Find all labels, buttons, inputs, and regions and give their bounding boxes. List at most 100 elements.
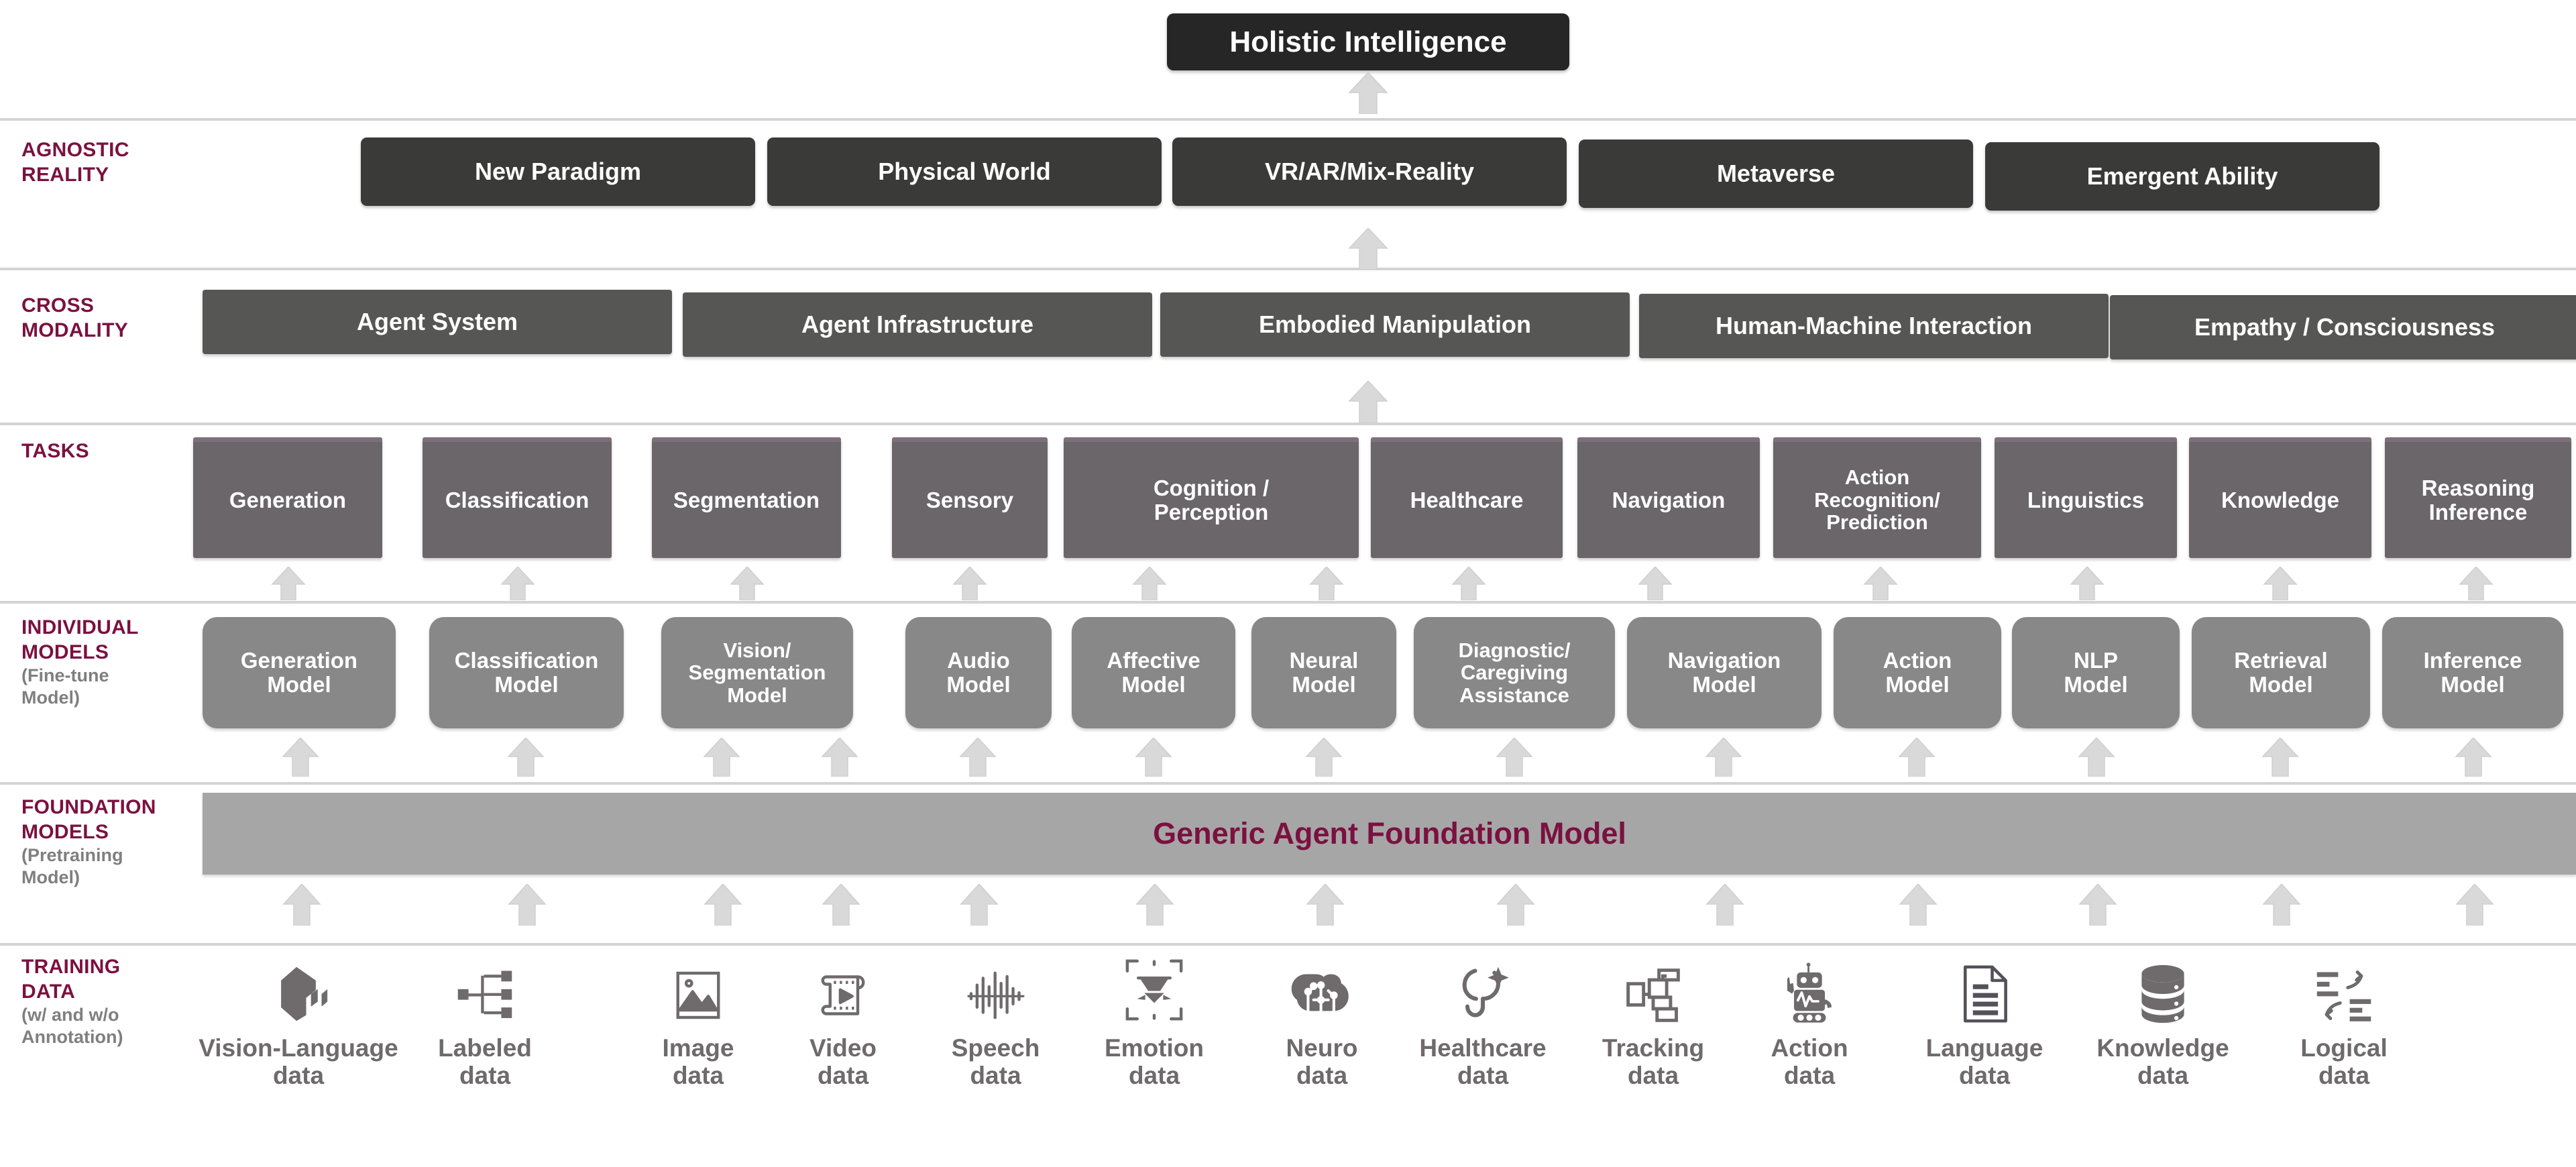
robot-icon (1779, 960, 1840, 1025)
row-sublabel-text: (Fine-tune Model) (21, 665, 109, 708)
face-scan-icon (1121, 952, 1188, 1025)
training-data-label: Vision-Language data (199, 1034, 398, 1090)
training-data-cell[interactable]: Neuro data (1251, 960, 1392, 1090)
training-data-cell[interactable]: Language data (1901, 960, 2068, 1090)
agnostic-item-label: Metaverse (1716, 159, 1836, 187)
task-item-sensory[interactable]: Sensory (892, 437, 1048, 558)
training-data-cell[interactable]: Healthcare data (1392, 960, 1573, 1090)
task-item-action-recognition-prediction[interactable]: Action Recognition/ Prediction (1773, 437, 1981, 558)
row-separator (0, 268, 2576, 270)
up-arrow-task (2459, 567, 2494, 600)
row-label-individual-models: INDIVIDUAL MODELS (Fine-tune Model) (21, 616, 209, 709)
up-arrow-spine (1348, 381, 1388, 423)
individual-model-diagnostic-caregiving[interactable]: Diagnostic/ Caregiving Assistance (1414, 617, 1615, 728)
holistic-intelligence-node[interactable]: Holistic Intelligence (1167, 13, 1569, 70)
task-item-label: Sensory (926, 487, 1014, 512)
individual-model-label: Audio Model (946, 648, 1011, 697)
cross-item-human-machine-interaction[interactable]: Human-Machine Interaction (1639, 294, 2109, 358)
individual-model-affective[interactable]: Affective Model (1072, 617, 1235, 728)
task-item-classification[interactable]: Classification (423, 437, 612, 558)
row-label-cross-modality: CROSS MODALITY (21, 294, 209, 343)
agnostic-item-vr-ar-mix-reality[interactable]: VR/AR/Mix-Reality (1172, 137, 1567, 206)
cross-item-agent-infrastructure[interactable]: Agent Infrastructure (683, 292, 1152, 357)
training-data-cell[interactable]: Vision-Language data (194, 960, 402, 1090)
task-item-navigation[interactable]: Navigation (1577, 437, 1760, 558)
individual-model-neural[interactable]: Neural Model (1251, 617, 1396, 728)
individual-model-inference[interactable]: Inference Model (2382, 617, 2563, 728)
up-arrow-task (271, 567, 306, 600)
cross-item-label: Empathy / Consciousness (2194, 313, 2496, 341)
up-arrow-foundation (703, 884, 743, 926)
individual-model-navigation[interactable]: Navigation Model (1627, 617, 1822, 728)
task-item-reasoning-inference[interactable]: Reasoning Inference (2385, 437, 2571, 558)
task-item-healthcare[interactable]: Healthcare (1371, 437, 1563, 558)
training-data-cell[interactable]: Labeled data (408, 960, 562, 1090)
training-data-cell[interactable]: Knowledge data (2072, 960, 2253, 1090)
task-item-knowledge[interactable]: Knowledge (2189, 437, 2371, 558)
training-data-label: Video data (809, 1034, 877, 1090)
film-play-icon (814, 960, 873, 1025)
training-data-cell[interactable]: Speech data (920, 960, 1071, 1090)
foundation-model-bar[interactable]: Generic Agent Foundation Model (203, 793, 2576, 875)
row-label-agnostic-reality: AGNOSTIC REALITY (21, 138, 209, 187)
training-data-cell[interactable]: Tracking data (1576, 960, 1730, 1090)
training-data-cell[interactable]: Image data (628, 960, 769, 1090)
up-arrow-task (1309, 567, 1344, 600)
task-item-label: Generation (229, 487, 347, 512)
up-arrow-individual (2455, 738, 2492, 777)
up-arrow-task (2263, 567, 2298, 600)
individual-model-audio[interactable]: Audio Model (905, 617, 1052, 728)
up-arrow-task (952, 567, 987, 600)
up-arrow-individual (2078, 738, 2115, 777)
individual-model-label: Diagnostic/ Caregiving Assistance (1458, 638, 1571, 707)
individual-model-retrieval[interactable]: Retrieval Model (2192, 617, 2370, 728)
up-arrow-individual (507, 738, 545, 777)
individual-model-generation[interactable]: Generation Model (203, 617, 396, 728)
up-arrow-individual (1135, 738, 1172, 777)
up-arrow-foundation (1705, 884, 1745, 926)
up-arrow-individual (1305, 738, 1343, 777)
foundation-model-label: Generic Agent Foundation Model (1153, 816, 1626, 850)
row-sublabel-text: (w/ and w/o Annotation) (21, 1005, 123, 1048)
task-item-linguistics[interactable]: Linguistics (1995, 437, 2177, 558)
individual-model-action[interactable]: Action Model (1834, 617, 2001, 728)
training-data-cell[interactable]: Logical data (2267, 960, 2421, 1090)
training-data-cell[interactable]: Emotion data (1070, 952, 1238, 1090)
task-item-cognition-perception[interactable]: Cognition / Perception (1064, 437, 1359, 558)
agnostic-item-physical-world[interactable]: Physical World (767, 137, 1162, 206)
task-item-segmentation[interactable]: Segmentation (652, 437, 841, 558)
individual-model-vision-segmentation[interactable]: Vision/ Segmentation Model (661, 617, 853, 728)
task-item-label: Healthcare (1410, 487, 1524, 512)
cross-item-agent-system[interactable]: Agent System (203, 290, 672, 354)
database-icon (2135, 960, 2191, 1025)
individual-model-classification[interactable]: Classification Model (429, 617, 624, 728)
up-arrow-individual (2261, 738, 2299, 777)
individual-model-label: Generation Model (240, 648, 358, 697)
cross-item-label: Agent Infrastructure (801, 310, 1034, 338)
individual-model-label: Neural Model (1289, 648, 1359, 697)
training-data-cell[interactable]: Video data (773, 960, 913, 1090)
task-item-label: Action Recognition/ Prediction (1814, 465, 1940, 535)
training-data-label: Knowledge data (2096, 1034, 2229, 1090)
task-item-generation[interactable]: Generation (193, 437, 382, 558)
individual-model-nlp[interactable]: NLP Model (2012, 617, 2180, 728)
diagram-canvas: AGNOSTIC REALITY CROSS MODALITY TASKS IN… (0, 0, 2576, 1167)
training-data-label: Neuro data (1286, 1034, 1358, 1090)
training-data-label: Language data (1925, 1034, 2043, 1090)
agnostic-item-metaverse[interactable]: Metaverse (1579, 140, 1973, 208)
cross-item-label: Agent System (356, 307, 518, 335)
agnostic-item-new-paradigm[interactable]: New Paradigm (361, 137, 755, 206)
training-data-cell[interactable]: Action data (1736, 960, 1883, 1090)
up-arrow-individual (1496, 738, 1533, 777)
cross-item-empathy-consciousness[interactable]: Empathy / Consciousness (2110, 295, 2576, 359)
cross-item-embodied-manipulation[interactable]: Embodied Manipulation (1160, 292, 1630, 357)
document-lines-icon (1956, 960, 2013, 1025)
row-label-text: AGNOSTIC REALITY (21, 139, 129, 186)
row-label-text: FOUNDATION MODELS (21, 796, 156, 843)
row-separator (0, 943, 2576, 946)
logic-flow-icon (2313, 960, 2375, 1025)
up-arrow-task (1863, 567, 1898, 600)
agnostic-item-emergent-ability[interactable]: Emergent Ability (1985, 142, 2379, 211)
holistic-intelligence-label: Holistic Intelligence (1229, 25, 1507, 58)
task-item-label: Cognition / Perception (1153, 475, 1270, 524)
